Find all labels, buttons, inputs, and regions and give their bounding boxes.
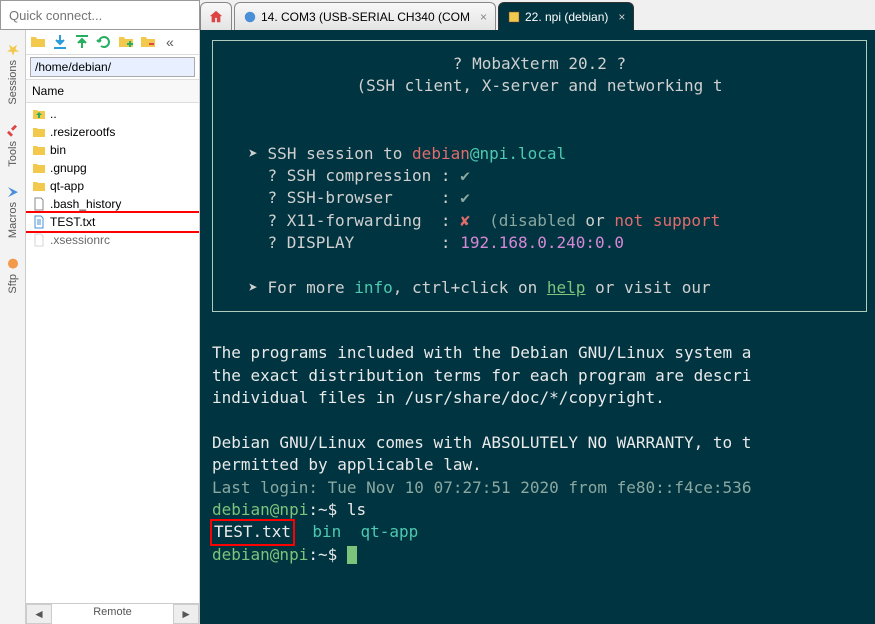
file-item[interactable]: .bash_history xyxy=(26,195,199,213)
vert-tab-tools[interactable]: Tools xyxy=(5,117,21,175)
vert-tab-macros[interactable]: Macros xyxy=(5,178,21,246)
file-item[interactable]: .xsessionrc xyxy=(26,231,199,249)
globe-icon xyxy=(7,258,19,270)
arrow-icon xyxy=(7,186,19,198)
path-input[interactable] xyxy=(30,57,195,77)
file-item[interactable]: .gnupg xyxy=(26,159,199,177)
file-icon xyxy=(32,197,46,211)
download-icon[interactable] xyxy=(52,34,68,50)
file-browser-panel: « Name .. .resizerootfs bin .gnupg qt-ap… xyxy=(26,30,200,624)
vert-tab-sftp[interactable]: Sftp xyxy=(5,250,21,302)
tab-label: 14. COM3 (USB-SERIAL CH340 (COM xyxy=(261,10,470,24)
file-toolbar: « xyxy=(26,30,199,55)
scroll-right-icon[interactable]: ► xyxy=(173,604,199,624)
file-item-test[interactable]: TEST.txt xyxy=(26,213,199,231)
star-icon xyxy=(7,44,19,56)
file-icon xyxy=(32,233,46,247)
quick-connect-input[interactable] xyxy=(0,0,200,30)
file-list: .. .resizerootfs bin .gnupg qt-app .bash… xyxy=(26,103,199,603)
terminal-banner: ? MobaXterm 20.2 ? (SSH client, X-server… xyxy=(212,40,867,312)
home-icon xyxy=(209,10,223,24)
folder-open-icon[interactable] xyxy=(30,34,46,50)
collapse-panel-icon[interactable]: « xyxy=(162,34,178,50)
tab-bar: 14. COM3 (USB-SERIAL CH340 (COM × 22. np… xyxy=(200,0,875,30)
refresh-icon[interactable] xyxy=(96,34,112,50)
new-folder-icon[interactable] xyxy=(118,34,134,50)
ls-test-highlight: TEST.txt xyxy=(212,521,293,543)
folder-icon xyxy=(32,161,46,175)
file-item[interactable]: .resizerootfs xyxy=(26,123,199,141)
scroll-left-icon[interactable]: ◄ xyxy=(26,604,52,624)
terminal-cursor xyxy=(347,546,357,564)
tab-com3[interactable]: 14. COM3 (USB-SERIAL CH340 (COM × xyxy=(234,2,496,30)
ssh-icon xyxy=(507,10,521,24)
tools-icon xyxy=(7,125,19,137)
folder-icon xyxy=(32,125,46,139)
tab-label: 22. npi (debian) xyxy=(525,10,608,24)
vertical-tab-bar: Sessions Tools Macros Sftp xyxy=(0,30,26,624)
close-icon[interactable]: × xyxy=(480,10,487,24)
vert-tab-sessions[interactable]: Sessions xyxy=(5,36,21,113)
serial-icon xyxy=(243,10,257,24)
file-item[interactable]: bin xyxy=(26,141,199,159)
remote-label: Remote xyxy=(52,604,173,624)
file-icon xyxy=(32,215,46,229)
delete-icon[interactable] xyxy=(140,34,156,50)
name-column-header[interactable]: Name xyxy=(26,80,199,103)
folder-up-icon xyxy=(32,107,46,121)
tab-home[interactable] xyxy=(200,2,232,30)
folder-icon xyxy=(32,143,46,157)
upload-icon[interactable] xyxy=(74,34,90,50)
folder-icon xyxy=(32,179,46,193)
file-item[interactable]: qt-app xyxy=(26,177,199,195)
tab-npi[interactable]: 22. npi (debian) × xyxy=(498,2,634,30)
file-item-up[interactable]: .. xyxy=(26,105,199,123)
close-icon[interactable]: × xyxy=(618,10,625,24)
terminal[interactable]: ? MobaXterm 20.2 ? (SSH client, X-server… xyxy=(200,30,875,624)
